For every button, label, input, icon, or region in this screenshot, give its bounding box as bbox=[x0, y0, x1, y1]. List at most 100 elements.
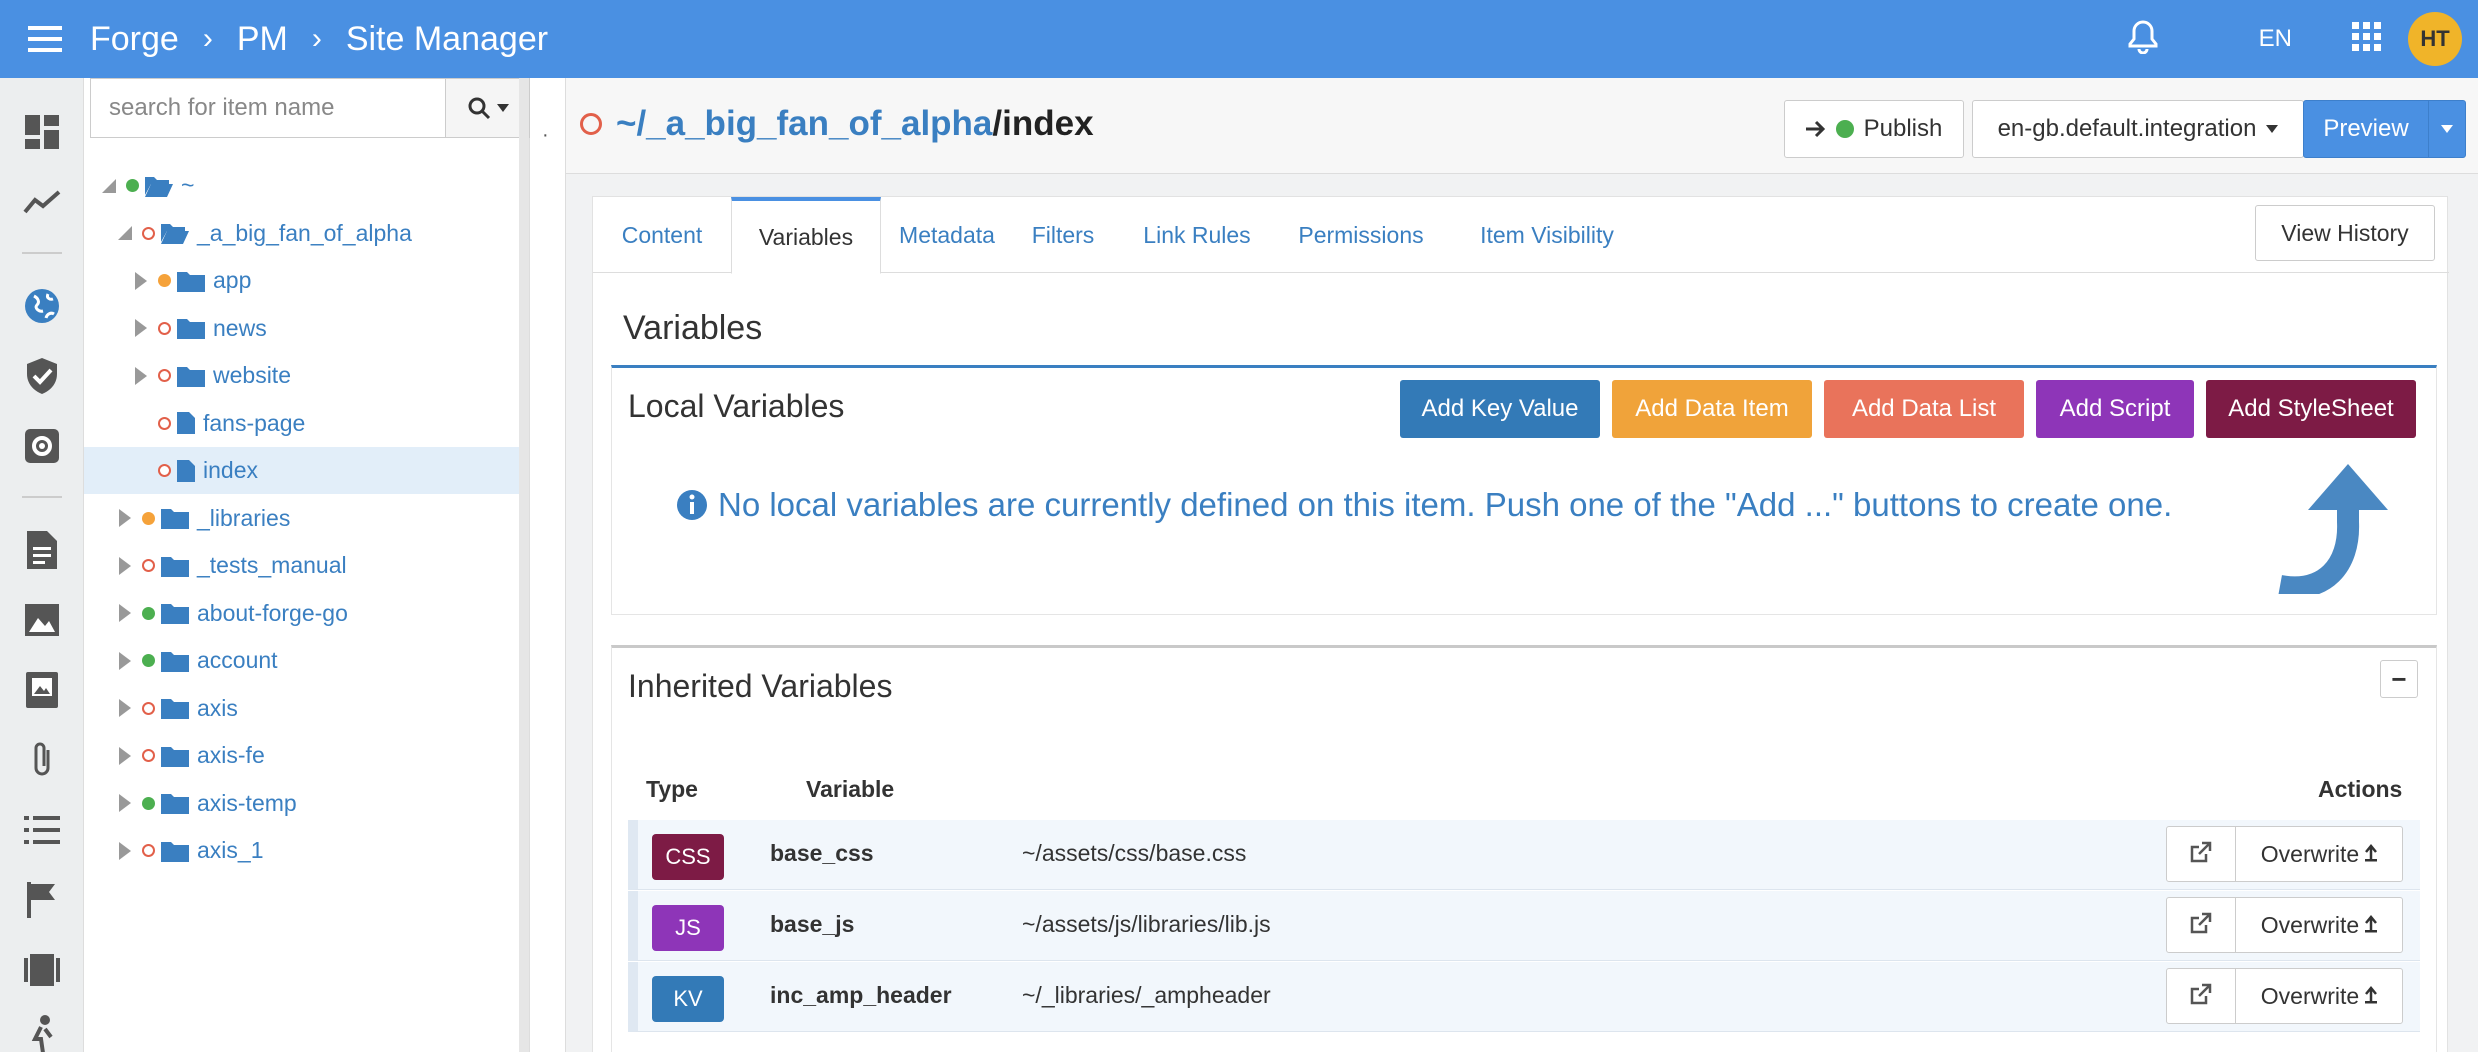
add-data-list-button[interactable]: Add Data List bbox=[1824, 380, 2024, 438]
open-external-button[interactable] bbox=[2166, 897, 2236, 953]
overwrite-button[interactable]: Overwrite bbox=[2235, 897, 2403, 953]
tab-item-visibility[interactable]: Item Visibility bbox=[1447, 197, 1647, 274]
tree-item[interactable]: fans-page bbox=[84, 400, 520, 447]
globe-icon[interactable] bbox=[22, 286, 62, 326]
folder-open-icon bbox=[161, 222, 189, 244]
caret-collapsed-icon[interactable] bbox=[114, 602, 136, 624]
image-icon[interactable] bbox=[22, 600, 62, 640]
item-path-link[interactable]: ~/_a_big_fan_of_alpha bbox=[616, 104, 992, 144]
tree-item[interactable]: app bbox=[84, 257, 520, 304]
search-input[interactable] bbox=[90, 78, 446, 138]
caret-collapsed-icon[interactable] bbox=[114, 792, 136, 814]
breadcrumb-site-manager[interactable]: Site Manager bbox=[346, 20, 548, 59]
view-history-button[interactable]: View History bbox=[2255, 205, 2435, 261]
tree-item[interactable]: account bbox=[84, 637, 520, 684]
document-icon[interactable] bbox=[22, 530, 62, 570]
menu-icon[interactable] bbox=[0, 0, 90, 78]
preview-options-button[interactable] bbox=[2428, 100, 2466, 158]
overwrite-label: Overwrite bbox=[2260, 911, 2360, 938]
tree-item[interactable]: _a_big_fan_of_alpha bbox=[84, 210, 520, 257]
add-key-value-button[interactable]: Add Key Value bbox=[1400, 380, 1600, 438]
tree-item[interactable]: axis-temp bbox=[84, 780, 520, 827]
add-data-item-button[interactable]: Add Data Item bbox=[1612, 380, 1812, 438]
caret-collapsed-icon[interactable] bbox=[114, 507, 136, 529]
status-dot bbox=[142, 749, 155, 762]
folder-icon bbox=[161, 697, 189, 719]
caret-collapsed-icon[interactable] bbox=[114, 697, 136, 719]
curved-arrow-up-icon bbox=[2278, 464, 2388, 594]
status-dot bbox=[142, 844, 155, 857]
column-header-actions: Actions bbox=[2318, 776, 2403, 802]
tree-item[interactable]: website bbox=[84, 352, 520, 399]
tree-item[interactable]: axis bbox=[84, 685, 520, 732]
tab-bar: Content Variables Metadata Filters Link … bbox=[593, 197, 2449, 274]
folder-icon bbox=[161, 650, 189, 672]
add-stylesheet-button[interactable]: Add StyleSheet bbox=[2206, 380, 2416, 438]
film-icon[interactable] bbox=[22, 950, 62, 990]
tab-link-rules[interactable]: Link Rules bbox=[1119, 197, 1275, 274]
tree-item[interactable]: axis_1 bbox=[84, 827, 520, 874]
tab-permissions[interactable]: Permissions bbox=[1281, 197, 1441, 274]
paperclip-icon[interactable] bbox=[22, 740, 62, 780]
search-options-button[interactable] bbox=[445, 78, 530, 138]
pane-splitter[interactable]: · bbox=[530, 78, 566, 1052]
rail-divider bbox=[22, 496, 62, 498]
tree-item[interactable]: news bbox=[84, 305, 520, 352]
add-script-button[interactable]: Add Script bbox=[2036, 380, 2194, 438]
overwrite-button[interactable]: Overwrite bbox=[2235, 826, 2403, 882]
open-external-button[interactable] bbox=[2166, 826, 2236, 882]
caret-collapsed-icon[interactable] bbox=[130, 270, 152, 292]
dashboard-icon[interactable] bbox=[22, 112, 62, 152]
variable-value: ~/assets/css/base.css bbox=[1022, 840, 1247, 866]
caret-expanded-icon[interactable] bbox=[114, 222, 136, 244]
tab-content[interactable]: Content bbox=[607, 197, 717, 274]
breadcrumb-forge[interactable]: Forge bbox=[90, 20, 179, 59]
table-row: JS base_js ~/assets/js/libraries/lib.js Ove… bbox=[628, 891, 2420, 961]
caret-collapsed-icon[interactable] bbox=[114, 650, 136, 672]
caret-collapsed-icon[interactable] bbox=[114, 840, 136, 862]
analytics-icon[interactable] bbox=[22, 182, 62, 222]
tree-scrollbar[interactable] bbox=[519, 78, 529, 1052]
breadcrumb: Forge › PM › Site Manager bbox=[90, 20, 548, 59]
caret-collapsed-icon[interactable] bbox=[114, 745, 136, 767]
folder-icon bbox=[177, 365, 205, 387]
caret-expanded-icon[interactable] bbox=[98, 175, 120, 197]
photo-book-icon[interactable] bbox=[22, 670, 62, 710]
status-dot bbox=[158, 274, 171, 287]
site-tree-pane: ~_a_big_fan_of_alphaapp news website fans-p… bbox=[84, 78, 530, 1052]
file-icon bbox=[177, 412, 195, 434]
caret-collapsed-icon[interactable] bbox=[114, 555, 136, 577]
avatar[interactable]: HT bbox=[2408, 12, 2462, 66]
flag-icon[interactable] bbox=[22, 880, 62, 920]
open-external-button[interactable] bbox=[2166, 968, 2236, 1024]
collapse-button[interactable]: − bbox=[2380, 660, 2418, 698]
type-badge: CSS bbox=[652, 834, 724, 880]
bell-icon[interactable] bbox=[2127, 19, 2159, 59]
language-selector[interactable]: EN bbox=[2259, 25, 2292, 53]
breadcrumb-pm[interactable]: PM bbox=[237, 20, 288, 59]
context-dropdown[interactable]: en-gb.default.integration bbox=[1972, 100, 2304, 158]
overwrite-button[interactable]: Overwrite bbox=[2235, 968, 2403, 1024]
tree-item[interactable]: _libraries bbox=[84, 495, 520, 542]
tree-item[interactable]: axis-fe bbox=[84, 732, 520, 779]
local-variables-panel: Local Variables Add Key Value Add Data I… bbox=[611, 365, 2437, 615]
tab-metadata[interactable]: Metadata bbox=[887, 197, 1007, 274]
status-dot bbox=[142, 654, 155, 667]
tree-item[interactable]: about-forge-go bbox=[84, 590, 520, 637]
tree-item[interactable]: ~ bbox=[84, 162, 520, 209]
caret-collapsed-icon[interactable] bbox=[130, 365, 152, 387]
shield-icon[interactable] bbox=[22, 356, 62, 396]
tab-variables[interactable]: Variables bbox=[731, 197, 881, 274]
caret-collapsed-icon[interactable] bbox=[130, 317, 152, 339]
upload-icon bbox=[2365, 912, 2378, 939]
preview-button[interactable]: Preview bbox=[2303, 100, 2429, 158]
user-walk-icon[interactable] bbox=[22, 1014, 62, 1052]
tree-item[interactable]: index bbox=[84, 447, 520, 494]
main-content: ~/_a_big_fan_of_alpha /index Publish en-… bbox=[566, 78, 2478, 1052]
settings-icon[interactable] bbox=[22, 426, 62, 466]
list-icon[interactable] bbox=[22, 810, 62, 850]
tree-item[interactable]: _tests_manual bbox=[84, 542, 520, 589]
apps-grid-icon[interactable] bbox=[2352, 21, 2382, 57]
publish-button[interactable]: Publish bbox=[1784, 100, 1964, 158]
tab-filters[interactable]: Filters bbox=[1013, 197, 1113, 274]
